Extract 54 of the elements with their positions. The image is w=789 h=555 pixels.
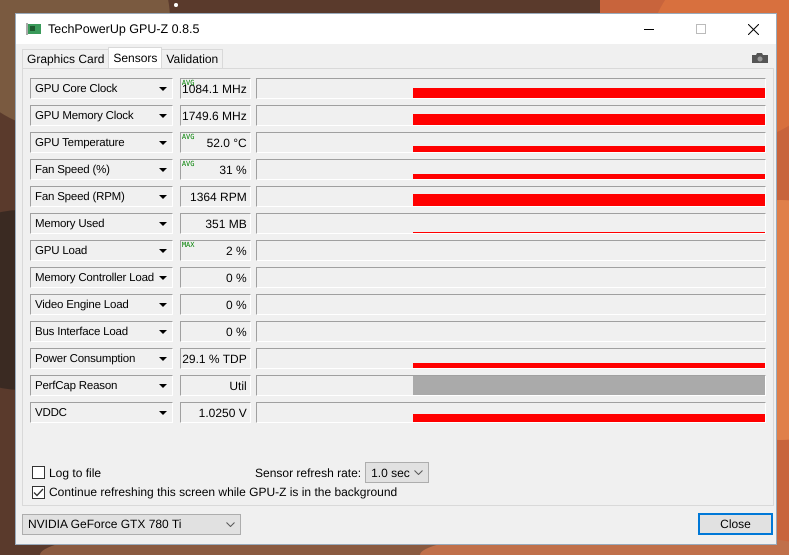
- caret-icon: [158, 384, 167, 388]
- chevron-icon: [414, 470, 424, 475]
- sensor-dropdown[interactable]: GPU Core Clock: [30, 78, 173, 99]
- sensor-reading: 1749.6 MHz: [180, 105, 251, 126]
- window-title: TechPowerUp GPU-Z 0.8.5: [48, 22, 200, 36]
- refresh-rate-select[interactable]: 1.0 sec: [365, 462, 430, 483]
- sensor-reading: 29.1 % TDP: [180, 348, 251, 369]
- caret-icon: [158, 140, 167, 144]
- close-dialog-button[interactable]: Close: [698, 513, 773, 535]
- sensor-reading: 1.0250 V: [180, 402, 251, 423]
- checkbox[interactable]: [32, 486, 45, 498]
- sensor-dropdown[interactable]: GPU Load: [30, 240, 173, 261]
- sensor-dropdown[interactable]: VDDC: [30, 402, 173, 423]
- caret-icon: [158, 410, 167, 414]
- caret-icon: [158, 248, 167, 252]
- tab[interactable]: Validation: [161, 49, 224, 68]
- caret-icon: [158, 356, 167, 360]
- sensor-dropdown[interactable]: Power Consumption: [30, 348, 173, 369]
- device-select[interactable]: NVIDIA GeForce GTX 780 Ti: [22, 514, 241, 534]
- caret-icon: [158, 86, 167, 90]
- camera-icon[interactable]: [752, 53, 768, 63]
- sensor-reading: 1364 RPM: [180, 186, 251, 207]
- caret-icon: [158, 194, 167, 198]
- tab[interactable]: Graphics Card: [22, 49, 110, 68]
- sensor-dropdown[interactable]: GPU Memory Clock: [30, 105, 173, 126]
- sensor-reading: Util: [180, 375, 251, 396]
- chevron-icon: [226, 522, 235, 526]
- sensor-dropdown[interactable]: Memory Controller Load: [30, 267, 173, 288]
- tab[interactable]: Sensors: [108, 47, 162, 68]
- sensor-reading: 351 MB: [180, 213, 251, 234]
- sensor-reading: 0 %: [180, 294, 251, 315]
- caret-icon: [158, 222, 167, 226]
- sensor-dropdown[interactable]: Bus Interface Load: [30, 321, 173, 342]
- sensor-reading: 0 %: [180, 321, 251, 342]
- sensor-dropdown[interactable]: Video Engine Load: [30, 294, 173, 315]
- sensor-dropdown[interactable]: GPU Temperature: [30, 132, 173, 153]
- checkbox-label: Log to file: [49, 466, 102, 480]
- close-icon: [748, 24, 758, 34]
- caret-icon: [158, 302, 167, 306]
- minimize-icon: [644, 28, 654, 30]
- sensor-dropdown[interactable]: PerfCap Reason: [30, 375, 173, 396]
- sensor-reading: 0 %: [180, 267, 251, 288]
- sensor-dropdown[interactable]: Memory Used: [30, 213, 173, 234]
- checkbox[interactable]: [32, 466, 45, 479]
- caret-icon: [158, 276, 167, 280]
- graphics-card-icon: [26, 23, 42, 35]
- refresh-rate-label: Sensor refresh rate:: [255, 466, 362, 480]
- maximize-icon: [696, 24, 706, 34]
- sensor-dropdown[interactable]: Fan Speed (RPM): [30, 186, 173, 207]
- caret-icon: [158, 168, 167, 172]
- checkbox-label: Continue refreshing this screen while GPU-Z is in the background: [49, 485, 398, 499]
- caret-icon: [158, 114, 167, 118]
- sensor-dropdown[interactable]: Fan Speed (%): [30, 159, 173, 180]
- caret-icon: [158, 330, 167, 334]
